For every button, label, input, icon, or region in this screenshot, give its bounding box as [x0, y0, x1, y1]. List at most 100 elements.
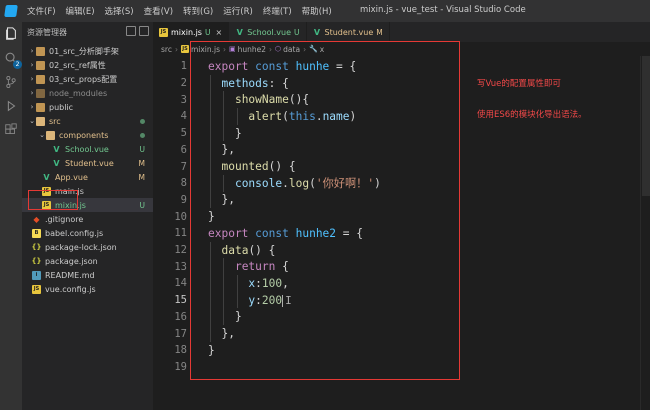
git-status-untracked: U	[139, 200, 146, 210]
line-number: 19	[174, 360, 187, 373]
vue-file-icon: V	[53, 144, 60, 154]
git-status-modified: M	[138, 172, 145, 182]
new-file-icon[interactable]	[126, 26, 136, 36]
files-icon[interactable]	[3, 26, 19, 42]
notification-badge: 2	[13, 60, 22, 69]
vue-file-icon: V	[53, 158, 60, 168]
explorer-title: 资源管理器	[27, 27, 67, 37]
folder-icon	[36, 74, 45, 84]
run-debug-icon[interactable]	[3, 98, 19, 114]
menu-view[interactable]: 查看(V)	[139, 5, 178, 17]
menu-file[interactable]: 文件(F)	[22, 5, 61, 17]
tree-item-package-lock[interactable]: {} package-lock.json	[22, 240, 153, 254]
editor-tab-bar: JS mixin.js U × V School.vue U V Student…	[153, 22, 650, 42]
status-dot	[140, 119, 145, 124]
chevron-right-icon: ›	[30, 89, 34, 97]
chevron-right-icon: ›	[30, 47, 34, 55]
line-number: 12	[174, 244, 187, 257]
tree-item-vue-config[interactable]: JS vue.config.js	[22, 282, 153, 296]
tree-item-babel-config[interactable]: B babel.config.js	[22, 226, 153, 240]
line-number: 6	[180, 143, 187, 156]
folder-open-icon	[36, 116, 45, 126]
chevron-down-icon: ⌄	[29, 117, 35, 125]
tree-item-node-modules[interactable]: › node_modules	[22, 86, 153, 100]
tree-item-package-json[interactable]: {} package.json	[22, 254, 153, 268]
line-number: 15	[174, 294, 187, 307]
tree-item-03-src[interactable]: › 03_src_props配置	[22, 72, 153, 86]
line-number: 7	[180, 160, 187, 173]
tab-school-vue[interactable]: V School.vue U	[229, 22, 307, 42]
activity-bar: 2	[0, 22, 22, 410]
tree-item-01-src[interactable]: › 01_src_分析脚手架	[22, 44, 153, 58]
explorer-actions	[126, 26, 149, 36]
menu-help[interactable]: 帮助(H)	[297, 5, 337, 17]
menu-run[interactable]: 运行(R)	[218, 5, 258, 17]
line-number: 5	[180, 127, 187, 140]
vue-file-icon: V	[236, 27, 243, 37]
tree-item-student-vue[interactable]: V Student.vue M	[22, 156, 153, 170]
menu-selection[interactable]: 选择(S)	[100, 5, 139, 17]
line-number: 1	[180, 60, 187, 73]
line-number: 14	[174, 277, 187, 290]
line-number: 3	[180, 93, 187, 106]
js-file-icon: JS	[180, 45, 189, 53]
line-number: 16	[174, 310, 187, 323]
markdown-file-icon: i	[32, 270, 41, 280]
tab-mixin-js[interactable]: JS mixin.js U ×	[153, 22, 230, 42]
search-icon[interactable]: 2	[3, 50, 22, 69]
tree-item-readme[interactable]: i README.md	[22, 268, 153, 282]
close-icon[interactable]: ×	[215, 28, 222, 37]
breadcrumb-separator: ›	[174, 44, 178, 54]
annotation-config: 写Vue的配置属性即可	[477, 79, 561, 89]
line-number: 4	[180, 110, 187, 123]
tab-student-vue[interactable]: V Student.vue M	[307, 22, 390, 42]
babel-file-icon: B	[32, 228, 41, 238]
menu-edit[interactable]: 编辑(E)	[61, 5, 100, 17]
editor-scrollbar[interactable]	[640, 56, 650, 410]
menu-go[interactable]: 转到(G)	[178, 5, 218, 17]
title-bar: 文件(F) 编辑(E) 选择(S) 查看(V) 转到(G) 运行(R) 终端(T…	[0, 0, 650, 22]
collapse-all-icon[interactable]	[139, 26, 149, 36]
folder-icon	[36, 60, 45, 70]
folder-icon	[36, 102, 45, 112]
line-number: 13	[174, 260, 187, 273]
line-number: 8	[180, 177, 187, 190]
window-title: mixin.js - vue_test - Visual Studio Code	[360, 5, 526, 15]
tree-item-public[interactable]: › public	[22, 100, 153, 114]
chevron-right-icon: ›	[30, 75, 34, 83]
folder-icon	[36, 88, 45, 98]
json-file-icon: {}	[31, 243, 42, 251]
js-file-icon: JS	[159, 27, 168, 37]
chevron-right-icon: ›	[30, 103, 34, 111]
code-highlight-box	[190, 41, 460, 380]
breadcrumb-src[interactable]: src	[161, 45, 172, 54]
git-file-icon: ◆	[33, 214, 40, 224]
git-status-untracked: U	[139, 144, 146, 154]
explorer-sidebar: 资源管理器 › 01_src_分析脚手架 › 02_src_ref属性 › 03…	[22, 22, 153, 410]
menu-bar: 文件(F) 编辑(E) 选择(S) 查看(V) 转到(G) 运行(R) 终端(T…	[22, 5, 337, 17]
extensions-icon[interactable]	[3, 122, 19, 138]
line-number: 9	[180, 193, 187, 206]
explorer-header: 资源管理器	[22, 22, 153, 42]
git-status-modified: M	[138, 158, 145, 168]
vue-file-icon: V	[313, 27, 321, 37]
vscode-logo-icon	[0, 0, 22, 22]
line-number: 2	[180, 77, 187, 90]
explorer-highlight-box	[28, 190, 78, 210]
vue-file-icon: V	[43, 172, 50, 182]
tree-item-gitignore[interactable]: ◆ .gitignore	[22, 212, 153, 226]
scrollbar-thumb[interactable]	[642, 56, 650, 196]
line-number: 10	[174, 210, 187, 223]
line-number: 11	[174, 227, 187, 240]
menu-terminal[interactable]: 终端(T)	[258, 5, 297, 17]
json-file-icon: {}	[31, 257, 42, 265]
tree-item-02-src[interactable]: › 02_src_ref属性	[22, 58, 153, 72]
status-dot	[140, 133, 145, 138]
tree-item-src[interactable]: ⌄ src	[22, 114, 153, 128]
tree-item-app-vue[interactable]: V App.vue M	[22, 170, 153, 184]
tree-item-school-vue[interactable]: V School.vue U	[22, 142, 153, 156]
annotation-es6: 使用ES6的模块化导出语法。	[477, 110, 587, 120]
js-file-icon: JS	[32, 284, 41, 294]
source-control-icon[interactable]	[3, 74, 19, 90]
tree-item-components[interactable]: ⌄ components	[22, 128, 153, 142]
